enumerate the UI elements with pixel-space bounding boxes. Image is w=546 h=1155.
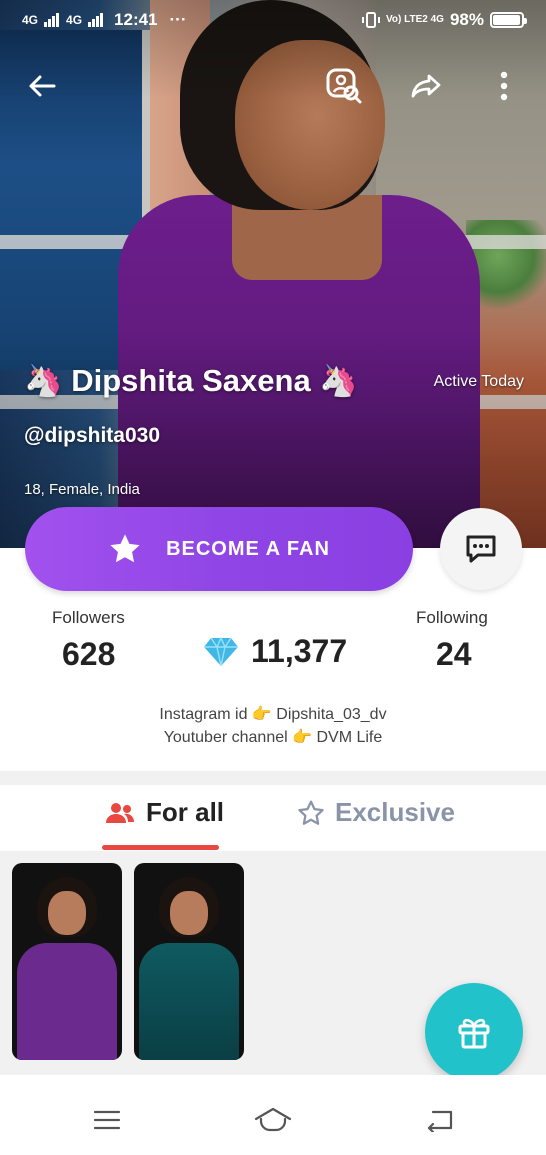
become-fan-label: BECOME A FAN [166,537,330,560]
vibrate-icon [361,12,380,28]
signal-icon: 4G [66,13,83,27]
status-bar: 4G 4G 12:41 ··· Vo) LTE2 4G 98% [0,0,546,40]
profile-handle: @dipshita030 [24,424,161,447]
diamond-count: 11,377 [251,633,348,669]
more-vertical-icon [500,71,508,101]
send-gift-button[interactable] [425,983,523,1081]
chat-bubble-icon [466,535,496,563]
post-thumbnail[interactable] [134,863,244,1060]
tab-label: Exclusive [335,797,455,827]
tab-for-all[interactable]: For all [104,797,224,828]
view-profile-photo-button[interactable] [322,64,366,108]
home-icon [254,1107,292,1132]
following-count[interactable]: 24 [436,636,472,673]
signal-icon: 4G [22,13,39,27]
signal-bars-icon [44,13,60,27]
arrow-left-icon [29,75,56,97]
notification-dots: ··· [169,10,187,29]
star-icon [110,534,140,563]
tab-exclusive[interactable]: Exclusive [297,797,455,828]
bio-line: Youtuber channel 👉 DVM Life [163,729,383,746]
back-system-button[interactable] [420,1105,460,1135]
message-button[interactable] [440,508,522,590]
battery-percent: 98% [449,10,484,29]
followers-count[interactable]: 628 [62,636,115,673]
back-return-icon [427,1110,453,1132]
become-fan-button[interactable]: BECOME A FAN [25,507,413,591]
share-button[interactable] [404,64,448,108]
home-button[interactable] [253,1105,293,1135]
section-divider [0,771,546,785]
battery-icon [490,12,527,28]
followers-label: Followers [52,608,125,627]
signal-bars-icon [88,13,104,27]
menu-icon [93,1110,121,1130]
gift-icon [458,1018,490,1049]
active-tab-indicator [102,845,219,850]
back-button[interactable] [20,64,64,108]
volte-indicator: Vo) LTE2 4G [385,14,444,25]
following-label: Following [416,608,488,627]
tab-label: For all [146,797,225,827]
clock: 12:41 [114,10,158,29]
profile-cover-photo [0,0,546,548]
share-icon [411,74,441,98]
diamond-icon [204,636,238,666]
star-outline-icon [298,800,324,825]
recent-apps-button[interactable] [87,1105,127,1135]
bio-line: Instagram id 👉 Dipshita_03_dv [159,706,387,723]
profile-meta: 18, Female, India [24,481,140,498]
post-thumbnail[interactable] [12,863,122,1060]
active-status: Active Today [433,373,524,390]
profile-name: 🦄 Dipshita Saxena 🦄 [24,363,358,398]
group-icon [106,802,134,823]
profile-search-icon [326,68,362,104]
more-options-button[interactable] [482,64,526,108]
diamond-stat: 11,377 [203,633,347,670]
